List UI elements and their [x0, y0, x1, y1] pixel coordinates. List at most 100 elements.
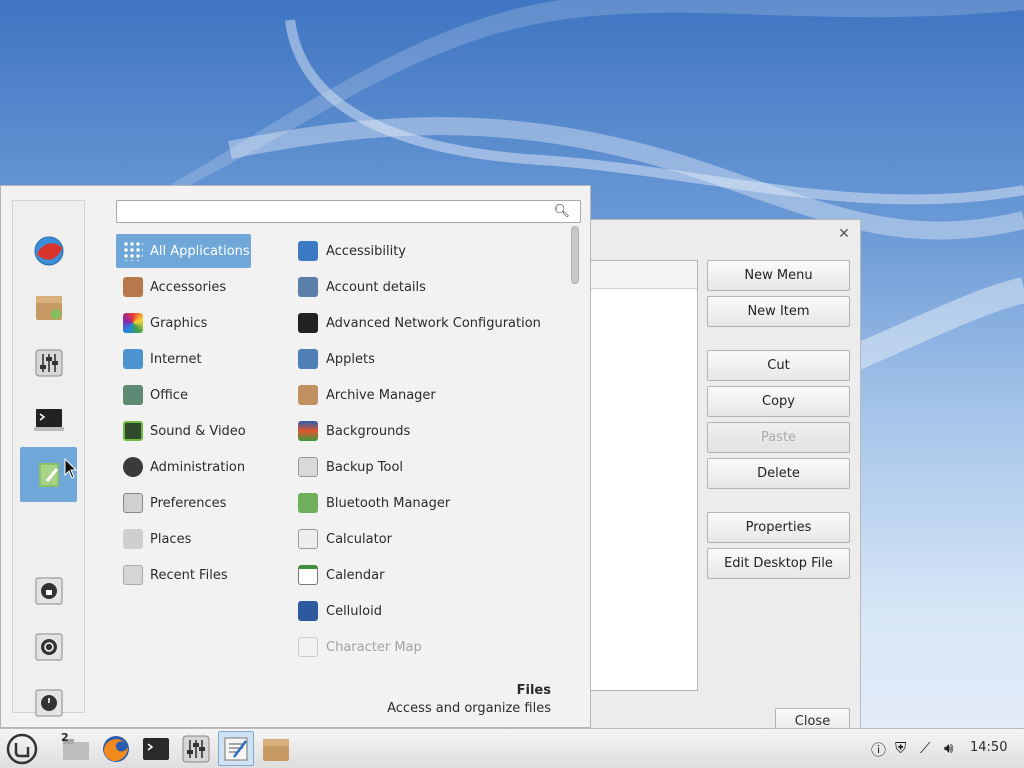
favorites-panel — [12, 200, 85, 716]
firefox-icon — [103, 735, 129, 762]
properties-button[interactable]: Properties — [707, 512, 850, 543]
app-calendar[interactable]: Calendar — [298, 558, 568, 592]
search-box[interactable]: 🔍︎ — [116, 200, 581, 223]
search-icon: 🔍︎ — [553, 204, 570, 219]
category-places[interactable]: Places — [116, 522, 251, 556]
mouse-cursor — [64, 458, 78, 479]
category-accessories[interactable]: Accessories — [116, 270, 251, 304]
network-icon — [123, 349, 143, 369]
clock[interactable]: 14:50 — [970, 740, 1007, 755]
bluetooth-icon — [298, 493, 318, 513]
app-list-scrollbar[interactable] — [571, 226, 579, 284]
category-label: Internet — [150, 351, 202, 367]
notification-icon[interactable]: ⓘ︎ — [871, 739, 886, 760]
app-label: Account details — [326, 279, 426, 295]
app-archive-manager[interactable]: Archive Manager — [298, 378, 568, 412]
app-label: Character Map — [326, 639, 422, 655]
window-close-icon[interactable]: ✕ — [836, 226, 852, 242]
color-wheel-icon — [123, 313, 143, 333]
app-backup-tool[interactable]: Backup Tool — [298, 450, 568, 484]
taskbar-files[interactable]: 2 — [58, 731, 94, 766]
text-editor-icon — [38, 462, 59, 487]
list-header — [589, 261, 697, 289]
category-label: Accessories — [150, 279, 227, 295]
terminal-icon — [143, 737, 169, 760]
taskbar-menu-editor[interactable] — [218, 731, 254, 766]
category-label: Places — [150, 531, 192, 547]
app-accessibility[interactable]: Accessibility — [298, 234, 568, 268]
app-calculator[interactable]: Calculator — [298, 522, 568, 556]
fav-lock-screen[interactable] — [20, 563, 77, 618]
app-description: Files Access and organize files — [387, 683, 551, 716]
edit-desktop-file-button[interactable]: Edit Desktop File — [707, 548, 850, 579]
app-account-details[interactable]: Account details — [298, 270, 568, 304]
logout-icon — [35, 633, 62, 660]
menu-editor-icon — [224, 737, 248, 760]
app-label: Calendar — [326, 567, 385, 583]
category-administration[interactable]: Administration — [116, 450, 251, 484]
taskbar-firefox[interactable] — [98, 731, 134, 766]
menu-button[interactable] — [2, 731, 42, 766]
category-label: Preferences — [150, 495, 227, 511]
shield-icon[interactable]: ⛨︎ — [895, 739, 906, 757]
calculator-icon — [123, 277, 143, 297]
network-icon[interactable]: ⟋︎ — [920, 739, 931, 757]
fav-software-manager[interactable] — [20, 279, 77, 334]
chart-icon — [123, 385, 143, 405]
category-preferences[interactable]: Preferences — [116, 486, 251, 520]
applets-icon — [298, 349, 318, 369]
category-recent-files[interactable]: Recent Files — [116, 558, 251, 592]
taskbar-settings[interactable] — [178, 731, 214, 766]
app-celluloid[interactable]: Celluloid — [298, 594, 568, 628]
lock-icon — [35, 577, 62, 604]
gear-icon — [123, 457, 143, 477]
taskbar-terminal[interactable] — [138, 731, 174, 766]
paste-button[interactable]: Paste — [707, 422, 850, 453]
category-label: Administration — [150, 459, 246, 475]
app-backgrounds[interactable]: Backgrounds — [298, 414, 568, 448]
app-bluetooth-manager[interactable]: Bluetooth Manager — [298, 486, 568, 520]
copy-button[interactable]: Copy — [707, 386, 850, 417]
cut-button[interactable]: Cut — [707, 350, 850, 381]
app-label: Backgrounds — [326, 423, 411, 439]
settings-sliders-icon — [35, 349, 62, 376]
network-config-icon — [298, 313, 318, 333]
volume-icon[interactable]: 🔊︎ — [944, 739, 953, 757]
fav-terminal[interactable] — [20, 391, 77, 446]
description-title: Files — [516, 683, 551, 698]
calendar-icon — [298, 565, 318, 585]
fav-logout[interactable] — [20, 619, 77, 674]
terminal-icon — [33, 408, 64, 431]
category-sound-video[interactable]: Sound & Video — [116, 414, 251, 448]
app-label: Bluetooth Manager — [326, 495, 451, 511]
package-icon — [263, 738, 289, 761]
new-item-button[interactable]: New Item — [707, 296, 850, 327]
fav-shutdown[interactable] — [20, 675, 77, 730]
video-player-icon — [298, 601, 318, 621]
description-text: Access and organize files — [387, 701, 551, 716]
app-applets[interactable]: Applets — [298, 342, 568, 376]
app-advanced-network-configuration[interactable]: Advanced Network Configuration — [298, 306, 568, 340]
app-label: Archive Manager — [326, 387, 436, 403]
new-menu-button[interactable]: New Menu — [707, 260, 850, 291]
category-internet[interactable]: Internet — [116, 342, 251, 376]
category-label: Recent Files — [150, 567, 228, 583]
app-character-map[interactable]: Character Map — [298, 630, 568, 664]
app-label: Accessibility — [326, 243, 406, 259]
fav-settings[interactable] — [20, 335, 77, 390]
delete-button[interactable]: Delete — [707, 458, 850, 489]
fav-browser[interactable] — [20, 223, 77, 278]
workspace-badge: 2 — [61, 731, 69, 744]
calculator-icon — [298, 529, 318, 549]
film-icon — [123, 421, 143, 441]
category-label: Graphics — [150, 315, 208, 331]
search-input[interactable] — [125, 202, 549, 223]
taskbar-archive-manager[interactable] — [258, 731, 294, 766]
folder-icon — [123, 529, 143, 549]
menu-items-list[interactable] — [589, 260, 698, 691]
category-office[interactable]: Office — [116, 378, 251, 412]
backup-icon — [298, 457, 318, 477]
category-graphics[interactable]: Graphics — [116, 306, 251, 340]
category-all-applications[interactable]: All Applications — [116, 234, 251, 268]
category-label: Office — [150, 387, 188, 403]
